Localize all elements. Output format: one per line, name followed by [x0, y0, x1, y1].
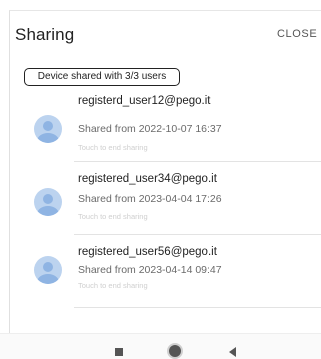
home-button[interactable]: [160, 334, 190, 359]
user-email: registered_user56@pego.it: [78, 246, 217, 258]
recents-button[interactable]: [104, 334, 134, 359]
user-email: registerd_user12@pego.it: [78, 95, 211, 107]
divider: [74, 234, 321, 235]
shared-user-row[interactable]: registerd_user12@pego.it Shared from 202…: [24, 89, 321, 161]
back-icon: [229, 347, 236, 357]
user-avatar-icon: [34, 188, 62, 216]
recents-icon: [115, 348, 123, 356]
back-button[interactable]: [218, 334, 248, 359]
user-avatar-icon: [34, 115, 62, 143]
shared-date: Shared from 2023-04-14 09:47: [78, 264, 222, 276]
divider: [74, 161, 321, 162]
home-icon: [169, 345, 181, 357]
end-sharing-hint: Touch to end sharing: [78, 281, 148, 290]
system-navigation-bar: [0, 333, 321, 359]
shared-count-badge: Device shared with 3/3 users: [24, 68, 180, 86]
user-avatar-icon: [34, 256, 62, 284]
screen: Sharing CLOSE Device shared with 3/3 use…: [0, 0, 321, 359]
shared-user-row[interactable]: registered_user56@pego.it Shared from 20…: [24, 240, 321, 312]
shared-date: Shared from 2023-04-04 17:26: [78, 193, 222, 205]
end-sharing-hint: Touch to end sharing: [78, 143, 148, 152]
end-sharing-hint: Touch to end sharing: [78, 212, 148, 221]
user-email: registered_user34@pego.it: [78, 173, 217, 185]
dialog-title: Sharing: [15, 25, 75, 44]
shared-user-row[interactable]: registered_user34@pego.it Shared from 20…: [24, 166, 321, 238]
shared-date: Shared from 2022-10-07 16:37: [78, 123, 222, 135]
close-button[interactable]: CLOSE: [277, 28, 317, 40]
divider: [74, 307, 321, 308]
